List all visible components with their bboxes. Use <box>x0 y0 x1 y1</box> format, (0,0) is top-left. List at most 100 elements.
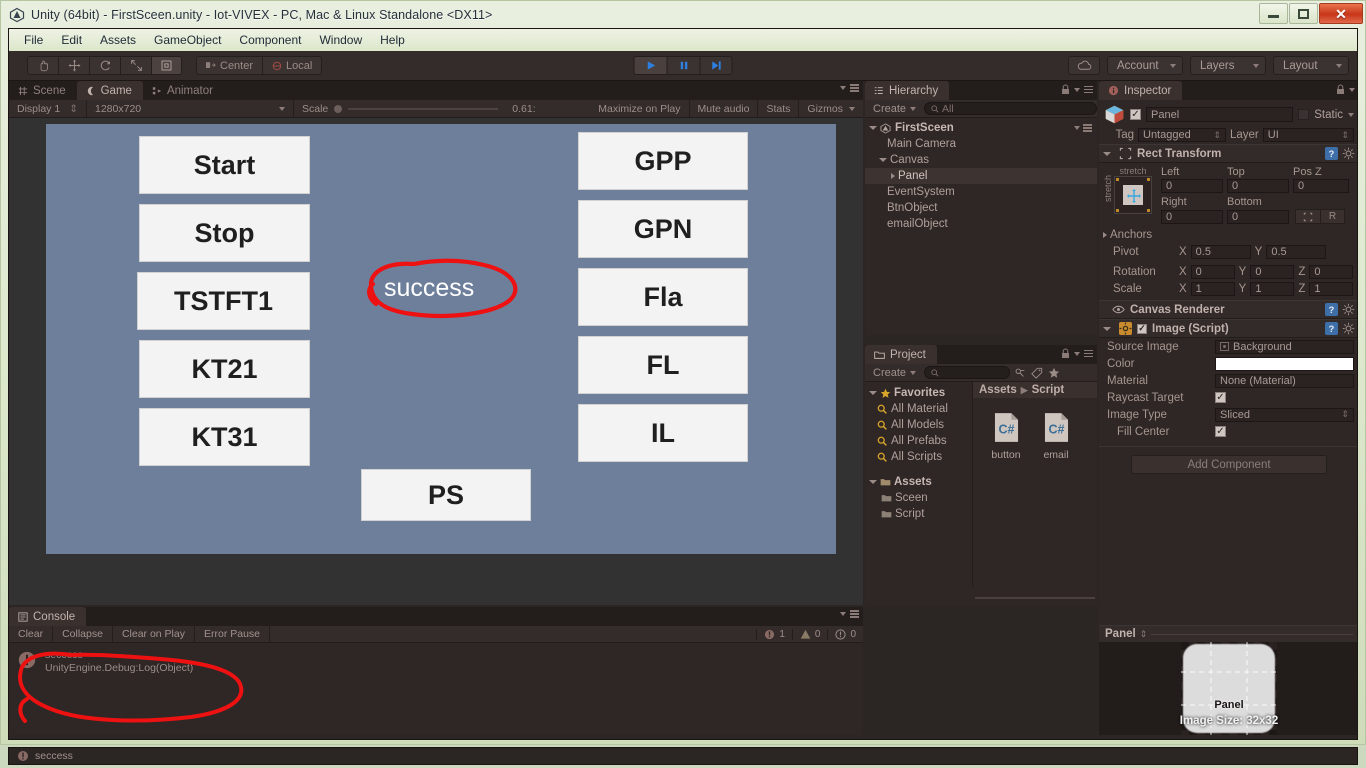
top-field[interactable]: 0 <box>1227 179 1289 193</box>
hierarchy-scene-row[interactable]: FirstSceen <box>865 120 1097 136</box>
game-view-menu[interactable] <box>840 84 859 92</box>
gear-icon[interactable] <box>1342 303 1355 316</box>
mute-audio-toggle[interactable]: Mute audio <box>690 99 759 118</box>
hierarchy-create-button[interactable]: Create <box>869 103 920 115</box>
layout-dropdown[interactable]: Layout <box>1273 56 1349 75</box>
maximize-on-play-toggle[interactable]: Maximize on Play <box>590 99 690 118</box>
help-icon[interactable]: ? <box>1325 303 1338 316</box>
resolution-dropdown[interactable]: 1280x720 <box>87 99 294 118</box>
menu-edit[interactable]: Edit <box>52 31 91 49</box>
pivot-rotation-button[interactable]: Local <box>262 56 323 75</box>
scale-x-field[interactable]: 1 <box>1190 281 1235 296</box>
display-dropdown[interactable]: Display 1 ⇕ <box>9 99 87 118</box>
project-favorite-all-models[interactable]: All Models <box>865 417 972 433</box>
tab-inspector[interactable]: Inspector <box>1099 81 1183 100</box>
tab-hierarchy[interactable]: Hierarchy <box>865 81 950 100</box>
tab-animator[interactable]: Animator <box>143 81 224 100</box>
project-folder-script[interactable]: Script <box>865 506 972 522</box>
static-checkbox[interactable] <box>1298 109 1310 120</box>
pause-button[interactable] <box>666 56 700 75</box>
step-button[interactable] <box>699 56 733 75</box>
play-button[interactable] <box>633 56 667 75</box>
pivot-y-field[interactable]: 0.5 <box>1266 244 1327 259</box>
project-favorites-row[interactable]: Favorites <box>865 385 972 401</box>
account-dropdown[interactable]: Account <box>1107 56 1183 75</box>
console-clear-on-play-button[interactable]: Clear on Play <box>113 625 195 643</box>
project-favorite-all-scripts[interactable]: All Scripts <box>865 449 972 465</box>
fill-center-checkbox[interactable]: ✓ <box>1215 426 1226 437</box>
minimize-button[interactable] <box>1259 3 1288 24</box>
source-image-field[interactable]: Background <box>1215 339 1354 354</box>
add-component-button[interactable]: Add Component <box>1131 455 1327 474</box>
image-script-header[interactable]: ✓ Image (Script) ? <box>1099 319 1357 338</box>
image-type-dropdown[interactable]: Sliced ⇕ <box>1215 407 1354 422</box>
hierarchy-tab-options[interactable] <box>1061 84 1093 95</box>
gear-icon[interactable] <box>1342 322 1355 335</box>
maximize-button[interactable] <box>1289 3 1318 24</box>
anchor-preset[interactable]: stretch stretch <box>1103 166 1161 224</box>
filter-by-type-icon[interactable] <box>1014 367 1026 379</box>
project-folder-sceen[interactable]: Sceen <box>865 490 972 506</box>
console-error-count[interactable]: 1 <box>756 628 792 640</box>
color-swatch[interactable] <box>1215 356 1354 371</box>
game-button-gpn[interactable]: GPN <box>578 200 748 258</box>
tab-project[interactable]: Project <box>865 345 937 364</box>
tag-dropdown[interactable]: Untagged ⇕ <box>1138 128 1226 142</box>
object-name-field[interactable]: Panel <box>1146 107 1294 122</box>
pivot-mode-button[interactable]: Center <box>196 56 263 75</box>
project-assets-row[interactable]: Assets <box>865 474 972 490</box>
game-button-fl[interactable]: FL <box>578 336 748 394</box>
game-button-ps[interactable]: PS <box>361 469 531 521</box>
hierarchy-search-input[interactable]: All <box>924 102 1097 115</box>
menu-window[interactable]: Window <box>310 31 371 49</box>
layer-dropdown[interactable]: UI ⇕ <box>1262 128 1354 142</box>
object-enabled-checkbox[interactable]: ✓ <box>1130 109 1141 120</box>
unity-cloud-button[interactable] <box>1068 56 1100 75</box>
game-render-area[interactable]: Start Stop TSTFT1 KT21 KT31 GPP GPN Fla … <box>9 118 863 605</box>
scale-slider-group[interactable]: Scale 0.61: <box>294 100 590 118</box>
scale-tool-button[interactable] <box>120 56 151 75</box>
project-create-button[interactable]: Create <box>869 367 920 379</box>
menu-assets[interactable]: Assets <box>91 31 145 49</box>
scale-y-field[interactable]: 1 <box>1250 281 1295 296</box>
console-tab-options[interactable] <box>840 610 859 618</box>
menu-help[interactable]: Help <box>371 31 414 49</box>
project-file-email[interactable]: C# email <box>1037 412 1075 461</box>
anchors-row[interactable]: Anchors <box>1099 226 1357 243</box>
tab-game[interactable]: Game <box>76 81 143 100</box>
hierarchy-item-canvas[interactable]: Canvas <box>865 152 1097 168</box>
favorite-star-icon[interactable] <box>1048 367 1060 379</box>
help-icon[interactable]: ? <box>1325 147 1338 160</box>
pivot-x-field[interactable]: 0.5 <box>1190 244 1251 259</box>
hierarchy-item-eventsystem[interactable]: EventSystem <box>865 184 1097 200</box>
hierarchy-item-panel[interactable]: Panel <box>865 168 1097 184</box>
console-collapse-button[interactable]: Collapse <box>53 625 113 643</box>
game-button-fla[interactable]: Fla <box>578 268 748 326</box>
raycast-target-checkbox[interactable]: ✓ <box>1215 392 1226 403</box>
blueprint-mode-button[interactable] <box>1295 209 1321 224</box>
game-button-il[interactable]: IL <box>578 404 748 462</box>
hierarchy-item-main-camera[interactable]: Main Camera <box>865 136 1097 152</box>
chevron-down-icon[interactable] <box>1103 326 1111 331</box>
menu-file[interactable]: File <box>15 31 52 49</box>
chevron-down-icon[interactable] <box>869 126 877 130</box>
right-field[interactable]: 0 <box>1161 209 1223 224</box>
game-button-tstft1[interactable]: TSTFT1 <box>137 272 310 330</box>
rotation-z-field[interactable]: 0 <box>1309 264 1354 279</box>
project-favorite-all-prefabs[interactable]: All Prefabs <box>865 433 972 449</box>
status-bar[interactable]: seccess <box>8 747 1358 765</box>
scale-z-field[interactable]: 1 <box>1309 281 1354 296</box>
rotation-y-field[interactable]: 0 <box>1250 264 1295 279</box>
console-error-pause-button[interactable]: Error Pause <box>195 625 271 643</box>
chevron-down-icon[interactable] <box>869 480 877 484</box>
hierarchy-item-emailobject[interactable]: emailObject <box>865 216 1097 232</box>
breadcrumb-script[interactable]: Script <box>1032 384 1065 396</box>
game-button-gpp[interactable]: GPP <box>578 132 748 190</box>
close-button[interactable]: ✕ <box>1319 3 1363 24</box>
posz-field[interactable]: 0 <box>1293 179 1349 193</box>
move-tool-button[interactable] <box>58 56 89 75</box>
raw-edit-button[interactable]: R <box>1321 209 1345 224</box>
left-field[interactable]: 0 <box>1161 179 1223 193</box>
chevron-right-icon[interactable] <box>891 173 895 179</box>
console-log-count[interactable]: 0 <box>827 628 863 640</box>
